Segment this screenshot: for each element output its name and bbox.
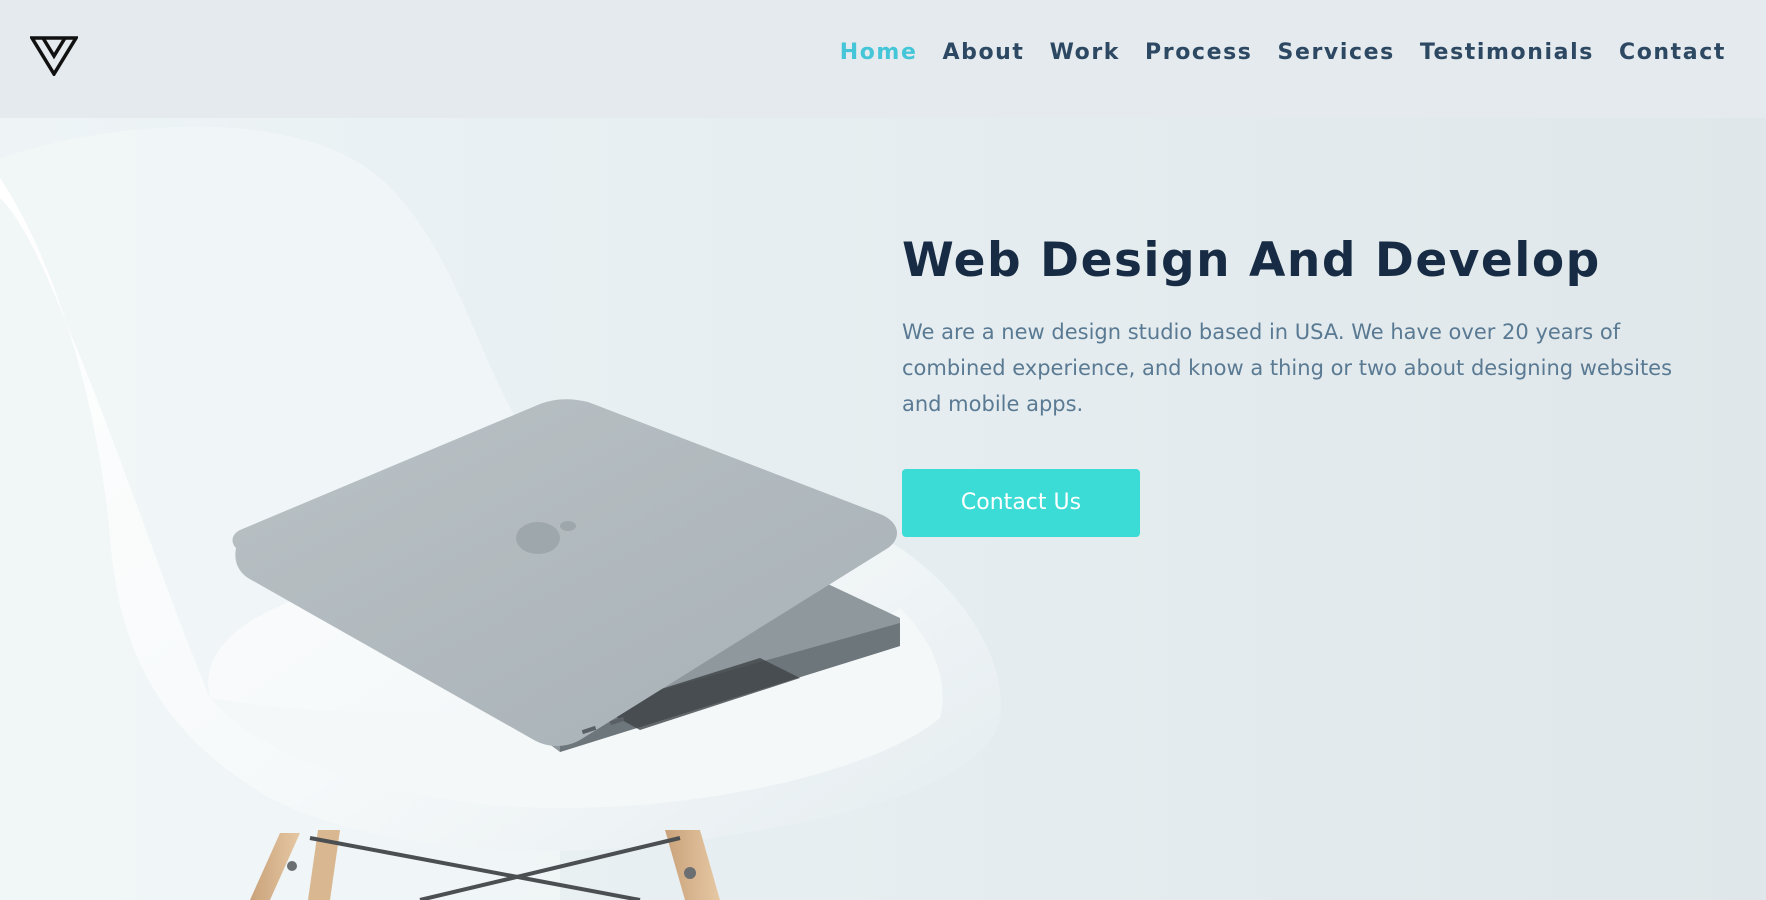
hero-content: Web Design And Develop We are a new desi… xyxy=(902,232,1702,537)
nav-item-services[interactable]: Services xyxy=(1278,38,1395,68)
nav-item-process[interactable]: Process xyxy=(1145,38,1252,68)
hero-description: We are a new design studio based in USA.… xyxy=(902,320,1673,416)
landing-page: Home About Work Process Services Testimo… xyxy=(0,0,1766,900)
nav-item-contact[interactable]: Contact xyxy=(1619,38,1726,68)
nav-item-work[interactable]: Work xyxy=(1050,38,1120,68)
contact-us-button[interactable]: Contact Us xyxy=(902,469,1140,537)
nav-item-about[interactable]: About xyxy=(942,38,1024,68)
site-header: Home About Work Process Services Testimo… xyxy=(0,0,1766,118)
hero-title: Web Design And Develop xyxy=(902,233,1601,288)
nav-item-testimonials[interactable]: Testimonials xyxy=(1420,38,1594,68)
nav-item-home[interactable]: Home xyxy=(840,38,918,68)
main-nav: Home About Work Process Services Testimo… xyxy=(815,38,1726,68)
triangle-logo-icon[interactable] xyxy=(30,36,78,76)
